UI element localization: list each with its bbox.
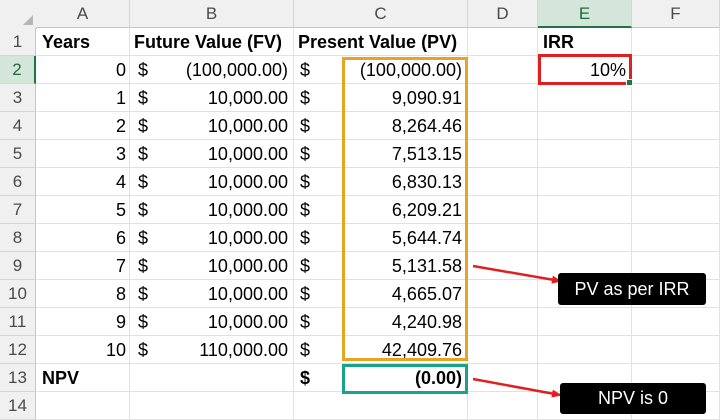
- row-header-2[interactable]: 2: [0, 56, 36, 84]
- cell-fv-value[interactable]: 10,000.00: [130, 280, 288, 308]
- column-header-a[interactable]: A: [36, 0, 130, 28]
- row-header-7[interactable]: 7: [0, 196, 36, 224]
- row-header-14[interactable]: 14: [0, 392, 36, 420]
- cell-fv-value[interactable]: 110,000.00: [130, 336, 288, 364]
- cell-fv-value[interactable]: 10,000.00: [130, 224, 288, 252]
- cell-a13-npv-label[interactable]: NPV: [42, 364, 79, 392]
- cell-fv-value[interactable]: 10,000.00: [130, 252, 288, 280]
- row-header-6[interactable]: 6: [0, 168, 36, 196]
- cell-fv-value[interactable]: 10,000.00: [130, 168, 288, 196]
- cell-fv-value[interactable]: 10,000.00: [130, 196, 288, 224]
- row-header-13[interactable]: 13: [0, 364, 36, 392]
- fill-handle[interactable]: [626, 79, 633, 86]
- row-header-11[interactable]: 11: [0, 308, 36, 336]
- cell-year[interactable]: 4: [36, 168, 126, 196]
- npv-highlight: [342, 364, 468, 394]
- cell-b1-future-value[interactable]: Future Value (FV): [134, 28, 282, 56]
- column-header-e[interactable]: E: [538, 0, 632, 28]
- cell-year[interactable]: 8: [36, 280, 126, 308]
- cell-fv-value[interactable]: 10,000.00: [130, 140, 288, 168]
- row-header-3[interactable]: 3: [0, 84, 36, 112]
- select-all-icon: [23, 15, 33, 25]
- cell-year[interactable]: 10: [36, 336, 126, 364]
- row-header-12[interactable]: 12: [0, 336, 36, 364]
- cell-fv-value[interactable]: (100,000.00): [130, 56, 288, 84]
- cell-year[interactable]: 3: [36, 140, 126, 168]
- row-header-1[interactable]: 1: [0, 28, 36, 56]
- pv-callout: PV as per IRR: [558, 273, 706, 305]
- cell-year[interactable]: 6: [36, 224, 126, 252]
- column-header-f[interactable]: F: [632, 0, 720, 28]
- column-header-d[interactable]: D: [468, 0, 538, 28]
- npv-callout: NPV is 0: [560, 383, 706, 414]
- cell-e1-irr[interactable]: IRR: [543, 28, 574, 56]
- irr-active-cell[interactable]: [538, 54, 633, 86]
- cell-year[interactable]: 0: [36, 56, 126, 84]
- row-header-5[interactable]: 5: [0, 140, 36, 168]
- row-header-8[interactable]: 8: [0, 224, 36, 252]
- cell-c1-present-value[interactable]: Present Value (PV): [298, 28, 457, 56]
- cell-year[interactable]: 9: [36, 308, 126, 336]
- row-header-4[interactable]: 4: [0, 112, 36, 140]
- row-header-9[interactable]: 9: [0, 252, 36, 280]
- cell-fv-value[interactable]: 10,000.00: [130, 112, 288, 140]
- pv-range-highlight: [342, 57, 468, 361]
- cell-year[interactable]: 7: [36, 252, 126, 280]
- column-header-b[interactable]: B: [130, 0, 294, 28]
- column-header-c[interactable]: C: [294, 0, 468, 28]
- cell-fv-value[interactable]: 10,000.00: [130, 84, 288, 112]
- select-all-button[interactable]: [0, 0, 37, 29]
- cell-year[interactable]: 2: [36, 112, 126, 140]
- row-header-10[interactable]: 10: [0, 280, 36, 308]
- cell-year[interactable]: 5: [36, 196, 126, 224]
- cell-fv-value[interactable]: 10,000.00: [130, 308, 288, 336]
- cell-a1-years[interactable]: Years: [42, 28, 90, 56]
- cell-year[interactable]: 1: [36, 84, 126, 112]
